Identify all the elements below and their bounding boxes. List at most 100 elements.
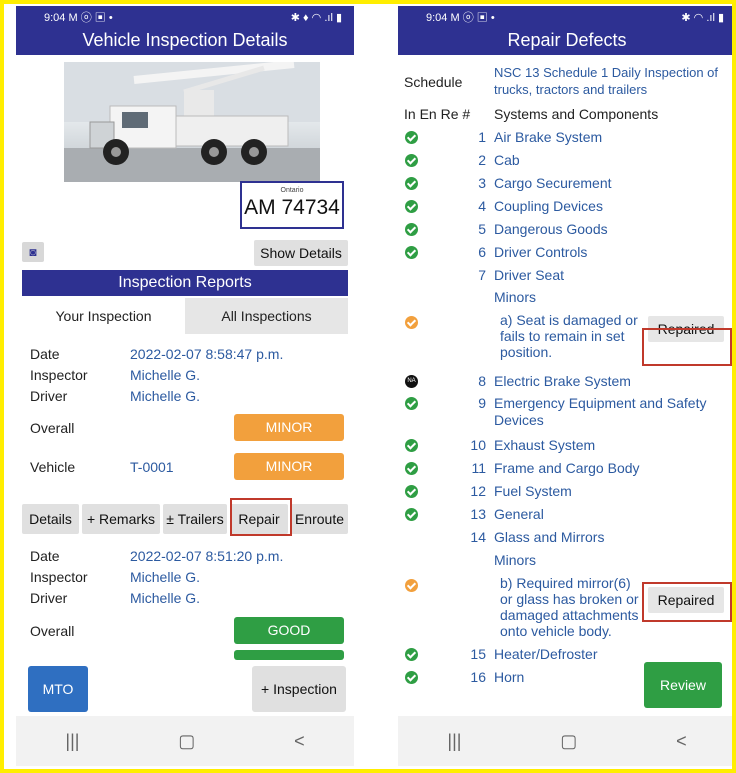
license-plate: Ontario AM 74734	[240, 181, 344, 229]
back-icon[interactable]: <	[294, 731, 305, 752]
repaired-button[interactable]: Repaired	[648, 316, 724, 342]
overall-label: Overall	[30, 420, 75, 436]
systems-header: Systems and Components	[494, 106, 659, 122]
check-icon	[405, 131, 418, 144]
na-icon: NA	[405, 375, 418, 388]
status-bar: 9:04 M ⓞ ▣ • ✱ ♦ ◠ .ıl ▮	[16, 6, 354, 28]
defect-description: b) Required mirror(6) or glass has broke…	[500, 575, 639, 639]
home-icon[interactable]: ▢	[178, 731, 195, 752]
item-number: 10	[470, 437, 486, 453]
truck-photo[interactable]	[64, 62, 320, 182]
item-name: Driver Controls	[494, 244, 588, 260]
check-icon	[405, 439, 418, 452]
item-name: Frame and Cargo Body	[494, 460, 640, 476]
status-columns-header: In En Re #	[404, 106, 471, 122]
inspector-value: Michelle G.	[130, 569, 201, 585]
item-number: 8	[478, 373, 486, 389]
check-icon	[405, 508, 418, 521]
recent-apps-icon[interactable]: |||	[65, 731, 79, 752]
status-system-icons: ✱ ♦ ◠ .ıl ▮	[290, 11, 342, 24]
item-name: Emergency Equipment and Safety Devices	[494, 395, 707, 428]
item-name: General	[494, 506, 544, 522]
schedule-value[interactable]: NSC 13 Schedule 1 Daily Inspection of tr…	[494, 64, 734, 98]
item-number: 13	[470, 506, 486, 522]
item-number: 9	[478, 395, 486, 411]
check-icon	[405, 246, 418, 259]
item-number: 16	[470, 669, 486, 685]
repaired-button[interactable]: Repaired	[648, 587, 724, 613]
page-title: Vehicle Inspection Details	[16, 28, 354, 55]
details-button[interactable]: Details	[22, 504, 79, 534]
add-inspection-button[interactable]: + Inspection	[252, 666, 346, 712]
status-time: 9:04	[426, 12, 448, 24]
recent-apps-icon[interactable]: |||	[447, 731, 461, 752]
status-time: 9:04	[44, 12, 66, 24]
vehicle-label: Vehicle	[30, 459, 76, 475]
inspection-report-card[interactable]: Date 2022-02-07 8:58:47 p.m. Inspector M…	[22, 338, 348, 504]
item-name: Coupling Devices	[494, 198, 603, 214]
item-name: Glass and Mirrors	[494, 529, 605, 545]
minors-label: Minors	[494, 552, 537, 568]
item-number: 3	[478, 175, 486, 191]
tab-your-inspection[interactable]: Your Inspection	[22, 298, 185, 334]
item-name: Air Brake System	[494, 129, 603, 145]
truck-illustration	[64, 62, 320, 182]
show-details-button[interactable]: Show Details	[254, 240, 348, 266]
plate-province: Ontario	[280, 187, 304, 194]
check-icon	[405, 223, 418, 236]
item-number: 6	[478, 244, 486, 260]
schedule-label: Schedule	[404, 74, 463, 90]
item-number: 2	[478, 152, 486, 168]
add-remarks-button[interactable]: + Remarks	[82, 504, 160, 534]
enroute-button[interactable]: Enroute	[291, 504, 348, 534]
item-number: 7	[478, 267, 486, 283]
status-bar: 9:04 M ⓞ ▣ • ✱ ◠ .ıl ▮	[398, 6, 736, 28]
android-nav-bar: ||| ▢ <	[398, 716, 736, 766]
driver-value: Michelle G.	[130, 590, 201, 606]
plate-number: AM 74734	[244, 196, 340, 219]
date-label: Date	[30, 548, 60, 564]
android-nav-bar: ||| ▢ <	[16, 716, 354, 766]
item-number: 1	[478, 129, 486, 145]
back-icon[interactable]: <	[676, 731, 687, 752]
check-icon	[405, 462, 418, 475]
mto-button[interactable]: MTO	[28, 666, 88, 712]
review-button[interactable]: Review	[644, 662, 722, 708]
inspection-report-card[interactable]: Date 2022-02-07 8:51:20 p.m. Inspector M…	[22, 540, 348, 660]
schedule-row: Schedule NSC 13 Schedule 1 Daily Inspect…	[398, 62, 736, 104]
overall-status-badge: MINOR	[234, 414, 344, 441]
vehicle-status-badge-partial	[234, 650, 344, 660]
item-name: Exhaust System	[494, 437, 596, 453]
repair-button[interactable]: Repair	[230, 504, 288, 534]
item-number: 12	[470, 483, 486, 499]
tab-all-inspections[interactable]: All Inspections	[185, 298, 348, 334]
vehicle-inspection-screen: 9:04 M ⓞ ▣ • ✱ ♦ ◠ .ıl ▮ Vehicle Inspect…	[16, 6, 354, 766]
item-name: Driver Seat	[494, 267, 565, 283]
home-icon[interactable]: ▢	[560, 731, 577, 752]
driver-label: Driver	[30, 590, 68, 606]
inspection-reports-header: Inspection Reports	[22, 270, 348, 296]
minor-check-icon	[405, 579, 418, 592]
overall-status-badge: GOOD	[234, 617, 344, 644]
item-number: 11	[471, 460, 486, 476]
item-name: Cargo Securement	[494, 175, 612, 191]
check-icon	[405, 154, 418, 167]
status-notification-icons: M ⓞ ▣ •	[68, 12, 113, 24]
item-name: Electric Brake System	[494, 373, 631, 389]
driver-label: Driver	[30, 388, 68, 404]
status-notification-icons: M ⓞ ▣ •	[450, 12, 495, 24]
check-icon	[405, 648, 418, 661]
trailers-button[interactable]: ± Trailers	[163, 504, 227, 534]
repair-defects-screen: 9:04 M ⓞ ▣ • ✱ ◠ .ıl ▮ Repair Defects Sc…	[398, 6, 736, 766]
check-icon	[405, 397, 418, 410]
report-action-bar: Details + Remarks ± Trailers Repair Enro…	[22, 504, 348, 538]
inspector-label: Inspector	[30, 569, 88, 585]
item-number: 4	[478, 198, 486, 214]
date-label: Date	[30, 346, 60, 362]
vehicle-status-badge: MINOR	[234, 453, 344, 480]
item-number: 15	[470, 646, 486, 662]
item-number: 5	[478, 221, 486, 237]
minors-label: Minors	[494, 289, 537, 305]
vehicle-photo-area: Ontario AM 74734	[20, 60, 346, 238]
camera-icon[interactable]: ◙	[22, 242, 44, 262]
